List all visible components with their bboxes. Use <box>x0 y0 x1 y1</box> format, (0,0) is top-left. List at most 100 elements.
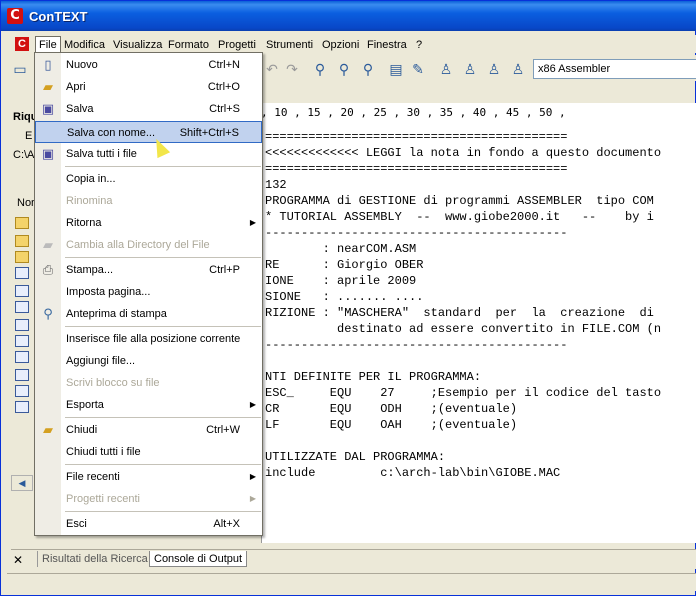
search-icon[interactable]: ⚲ <box>311 60 329 78</box>
menu-bar: C File Modifica Visualizza Formato Proge… <box>1 35 696 53</box>
code-line: destinato ad essere convertito in FILE.C… <box>265 322 662 336</box>
menu-formato[interactable]: Formato <box>165 37 212 53</box>
user-tool-1-icon[interactable]: ♙ <box>437 60 455 78</box>
document-logo-icon[interactable]: C <box>15 37 29 51</box>
folder-icon[interactable] <box>15 235 29 247</box>
file-icon[interactable] <box>15 369 29 381</box>
search-next-icon[interactable]: ⚲ <box>335 60 353 78</box>
menu-item-salva-tutti[interactable]: ▣ Salva tutti i file <box>35 143 262 165</box>
panel-path: C:\A <box>13 149 35 161</box>
code-line: include c:\arch-lab\bin\GIOBE.MAC <box>265 466 561 480</box>
menu-item-apri[interactable]: ▰ Apri Ctrl+O <box>35 76 262 98</box>
submenu-arrow-icon: ▶ <box>249 472 256 481</box>
panel-column-header[interactable]: Nor <box>17 197 35 209</box>
tools-icon[interactable]: ✎ <box>409 60 427 78</box>
panel-tab[interactable]: E <box>25 130 32 142</box>
menu-item-aggiungi-file[interactable]: Aggiungi file... <box>35 350 262 372</box>
menu-item-scrivi-blocco: Scrivi blocco su file <box>66 377 160 389</box>
code-line: CR EQU ODH ;(eventuale) <box>265 402 518 416</box>
close-panel-icon[interactable]: ✕ <box>13 553 23 567</box>
user-tool-2-icon[interactable]: ♙ <box>461 60 479 78</box>
code-line: 132 <box>265 178 287 192</box>
window-title: ConTEXT <box>29 9 88 24</box>
submenu-arrow-icon: ▶ <box>249 400 256 409</box>
menu-opzioni[interactable]: Opzioni <box>319 37 362 53</box>
file-icon[interactable] <box>15 301 29 313</box>
menu-separator <box>65 166 261 167</box>
tab-output-console[interactable]: Console di Output <box>149 551 248 567</box>
submenu-arrow-icon: ▶ <box>249 494 256 503</box>
new-file-icon[interactable]: ▭ <box>11 60 29 78</box>
file-icon[interactable] <box>15 401 29 413</box>
menu-item-esporta[interactable]: Esporta ▶ <box>35 394 262 416</box>
undo-icon[interactable]: ↶ <box>263 60 281 78</box>
menu-item-inserisce-file[interactable]: Inserisce file alla posizione corrente <box>35 328 262 350</box>
menu-item-imposta-pagina[interactable]: Imposta pagina... <box>35 281 262 303</box>
menu-item-salva[interactable]: ▣ Salva Ctrl+S <box>35 98 262 120</box>
submenu-arrow-icon: ▶ <box>249 218 256 227</box>
menu-item-nuovo[interactable]: ▯ Nuovo Ctrl+N <box>35 54 262 76</box>
scroll-left-icon[interactable]: ◀ <box>11 475 33 491</box>
code-line: LF EQU OAH ;(eventuale) <box>265 418 518 432</box>
menu-progetti[interactable]: Progetti <box>215 37 259 53</box>
code-line: RIZIONE : "MASCHERA" standard per la cre… <box>265 306 654 320</box>
menu-item-chiudi-tutti[interactable]: Chiudi tutti i file <box>35 441 262 463</box>
print-preview-icon: ⚲ <box>43 306 53 321</box>
menu-item-file-recenti[interactable]: File recenti ▶ <box>35 466 262 488</box>
code-line: ----------------------------------------… <box>265 226 568 240</box>
code-line: RE : Giorgio OBER <box>265 258 424 272</box>
file-icon[interactable] <box>15 335 29 347</box>
language-select[interactable]: x86 Assembler <box>533 59 696 79</box>
code-line: ========================================… <box>265 162 568 176</box>
code-line: IONE : aprile 2009 <box>265 274 417 288</box>
code-line: UTILIZZATE DAL PROGRAMMA: <box>265 450 446 464</box>
menu-visualizza[interactable]: Visualizza <box>110 37 165 53</box>
menu-finestra[interactable]: Finestra <box>364 37 410 53</box>
code-line: <<<<<<<<<<<<< LEGGI la nota in fondo a q… <box>265 146 662 160</box>
close-folder-icon: ▰ <box>43 422 53 437</box>
status-bar <box>7 573 696 591</box>
title-bar: C ConTEXT <box>1 1 696 31</box>
menu-item-chiudi[interactable]: ▰ Chiudi Ctrl+W <box>35 419 262 441</box>
menu-item-anteprima[interactable]: ⚲ Anteprima di stampa <box>35 303 262 325</box>
file-icon[interactable] <box>15 285 29 297</box>
folder-icon: ▰ <box>43 237 53 252</box>
menu-modifica[interactable]: Modifica <box>61 37 108 53</box>
menu-item-salva-con-nome[interactable]: Salva con nome... Shift+Ctrl+S <box>35 121 262 143</box>
menu-item-esci[interactable]: Esci Alt+X <box>35 513 262 535</box>
open-folder-icon: ▰ <box>43 79 53 94</box>
user-tool-4-icon[interactable]: ♙ <box>509 60 527 78</box>
file-icon[interactable] <box>15 319 29 331</box>
user-tool-3-icon[interactable]: ♙ <box>485 60 503 78</box>
code-line: PROGRAMMA di GESTIONE di programmi ASSEM… <box>265 194 654 208</box>
app-logo-icon: C <box>7 8 23 24</box>
save-icon: ▣ <box>41 101 55 116</box>
menu-strumenti[interactable]: Strumenti <box>263 37 316 53</box>
menu-item-copia-in[interactable]: Copia in... <box>35 168 262 190</box>
menu-help[interactable]: ? <box>413 37 425 53</box>
menu-item-ritorna[interactable]: Ritorna ▶ <box>35 212 262 234</box>
file-menu: ▯ Nuovo Ctrl+N ▰ Apri Ctrl+O ▣ Salva Ctr… <box>34 52 263 536</box>
folder-icon[interactable] <box>15 217 29 229</box>
replace-icon[interactable]: ⚲ <box>359 60 377 78</box>
menu-separator <box>65 464 261 465</box>
menu-item-rinomina: Rinomina <box>66 195 113 207</box>
file-icon[interactable] <box>15 351 29 363</box>
new-file-icon: ▯ <box>44 57 52 72</box>
properties-icon[interactable]: ▤ <box>387 60 405 78</box>
code-line: ----------------------------------------… <box>265 338 568 352</box>
menu-item-stampa[interactable]: ⎙ Stampa... Ctrl+P <box>35 259 262 281</box>
code-line: : nearCOM.ASM <box>265 242 417 256</box>
redo-icon[interactable]: ↷ <box>283 60 301 78</box>
save-all-icon: ▣ <box>41 146 55 161</box>
menu-separator <box>65 257 261 258</box>
folder-icon[interactable] <box>15 251 29 263</box>
code-line: NTI DEFINITE PER IL PROGRAMMA: <box>265 370 482 384</box>
file-icon[interactable] <box>15 267 29 279</box>
menu-separator <box>65 326 261 327</box>
file-icon[interactable] <box>15 385 29 397</box>
tab-search-results[interactable]: Risultati della Ricerca <box>37 551 152 567</box>
code-line: * TUTORIAL ASSEMBLY -- www.giobe2000.it … <box>265 210 654 224</box>
code-line: SIONE : ....... .... <box>265 290 424 304</box>
menu-file[interactable]: File <box>35 36 61 53</box>
